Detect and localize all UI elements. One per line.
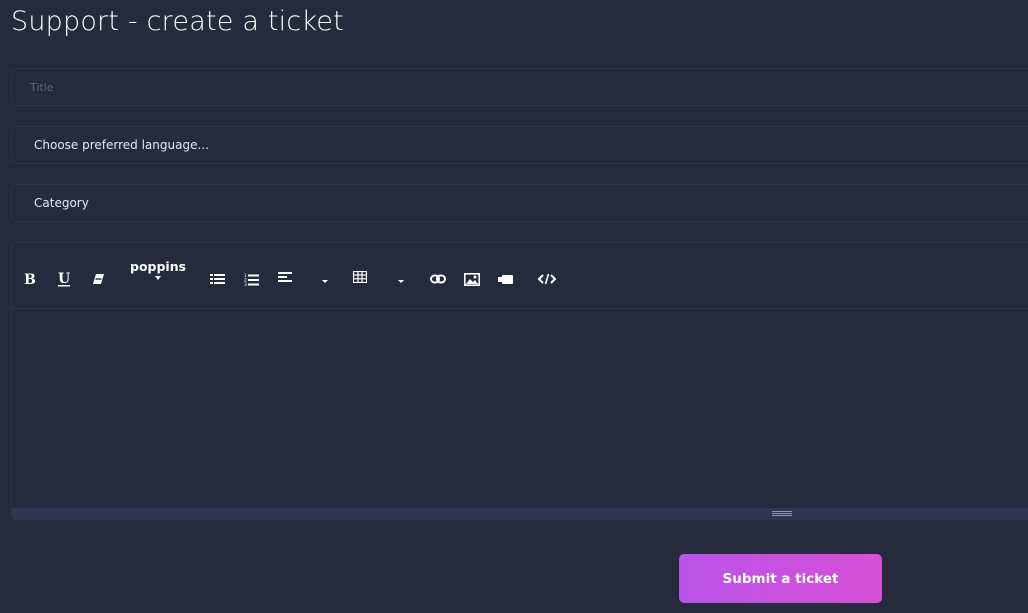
- table-dropdown-caret[interactable]: [396, 271, 406, 291]
- resize-handle-icon[interactable]: [772, 511, 792, 516]
- font-family-dropdown[interactable]: poppins: [130, 259, 186, 289]
- category-select[interactable]: Category: [11, 184, 1028, 222]
- underline-icon[interactable]: U: [56, 269, 72, 289]
- language-select-label: Choose preferred language...: [34, 138, 209, 152]
- code-view-icon[interactable]: [536, 269, 558, 289]
- page-title: Support - create a ticket: [11, 6, 344, 37]
- align-left-icon[interactable]: [277, 267, 293, 287]
- ordered-list-icon[interactable]: 123: [243, 269, 259, 289]
- chevron-down-icon: [155, 276, 161, 280]
- image-icon[interactable]: [463, 269, 481, 289]
- editor-content-area[interactable]: [12, 309, 1028, 509]
- chevron-down-icon: [322, 279, 328, 283]
- title-input[interactable]: [30, 69, 1028, 106]
- eraser-icon[interactable]: [90, 269, 106, 289]
- video-icon[interactable]: [497, 269, 515, 289]
- font-family-label: poppins: [130, 259, 187, 274]
- align-dropdown-caret[interactable]: [320, 271, 330, 291]
- editor-resize-bar[interactable]: [12, 508, 1028, 519]
- submit-ticket-button[interactable]: Submit a ticket: [679, 554, 882, 603]
- title-field[interactable]: [11, 68, 1028, 106]
- svg-text:3: 3: [244, 282, 247, 286]
- bold-icon[interactable]: B: [22, 269, 38, 289]
- svg-text:B: B: [24, 272, 36, 286]
- language-select[interactable]: Choose preferred language...: [11, 126, 1028, 164]
- link-icon[interactable]: [429, 269, 447, 289]
- table-icon[interactable]: [352, 267, 368, 287]
- svg-text:U: U: [58, 271, 70, 287]
- unordered-list-icon[interactable]: [209, 269, 225, 289]
- rich-text-editor: B U poppins 123: [11, 242, 1028, 520]
- editor-toolbar: B U poppins 123: [12, 243, 1028, 309]
- chevron-down-icon: [398, 279, 404, 283]
- category-select-label: Category: [34, 196, 89, 210]
